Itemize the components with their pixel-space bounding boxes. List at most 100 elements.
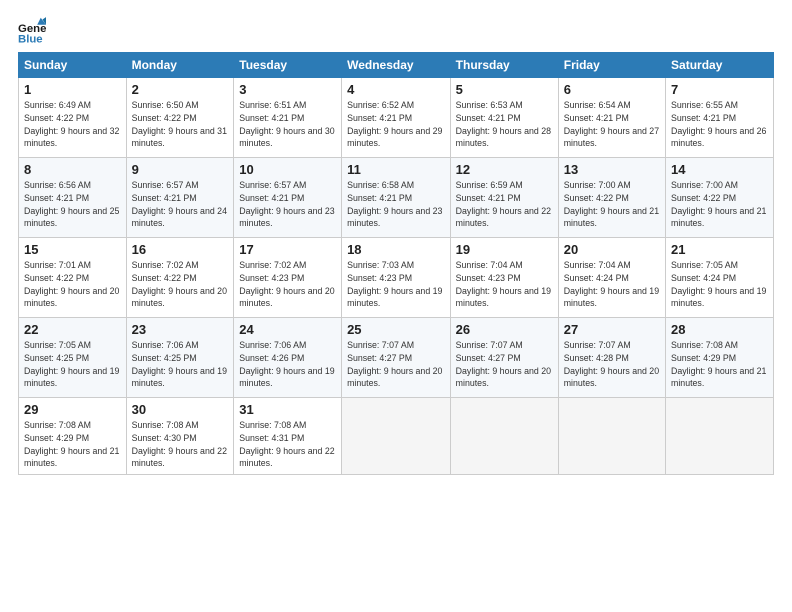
day-info: Sunrise: 6:58 AM Sunset: 4:21 PM Dayligh… — [347, 180, 442, 228]
calendar-cell: 28 Sunrise: 7:08 AM Sunset: 4:29 PM Dayl… — [666, 318, 774, 398]
day-number: 26 — [456, 322, 553, 337]
calendar-cell: 9 Sunrise: 6:57 AM Sunset: 4:21 PM Dayli… — [126, 158, 234, 238]
day-number: 10 — [239, 162, 336, 177]
calendar-cell: 12 Sunrise: 6:59 AM Sunset: 4:21 PM Dayl… — [450, 158, 558, 238]
day-number: 13 — [564, 162, 660, 177]
calendar-cell: 1 Sunrise: 6:49 AM Sunset: 4:22 PM Dayli… — [19, 78, 127, 158]
calendar-cell: 22 Sunrise: 7:05 AM Sunset: 4:25 PM Dayl… — [19, 318, 127, 398]
day-info: Sunrise: 6:50 AM Sunset: 4:22 PM Dayligh… — [132, 100, 227, 148]
day-number: 28 — [671, 322, 768, 337]
calendar-cell: 23 Sunrise: 7:06 AM Sunset: 4:25 PM Dayl… — [126, 318, 234, 398]
day-number: 5 — [456, 82, 553, 97]
logo: General Blue — [18, 16, 52, 44]
day-number: 18 — [347, 242, 445, 257]
day-info: Sunrise: 6:59 AM Sunset: 4:21 PM Dayligh… — [456, 180, 551, 228]
day-number: 3 — [239, 82, 336, 97]
day-info: Sunrise: 7:01 AM Sunset: 4:22 PM Dayligh… — [24, 260, 119, 308]
calendar-cell: 15 Sunrise: 7:01 AM Sunset: 4:22 PM Dayl… — [19, 238, 127, 318]
day-number: 8 — [24, 162, 121, 177]
svg-text:Blue: Blue — [18, 33, 43, 44]
day-info: Sunrise: 7:02 AM Sunset: 4:22 PM Dayligh… — [132, 260, 227, 308]
day-number: 22 — [24, 322, 121, 337]
day-info: Sunrise: 7:03 AM Sunset: 4:23 PM Dayligh… — [347, 260, 442, 308]
calendar-cell: 17 Sunrise: 7:02 AM Sunset: 4:23 PM Dayl… — [234, 238, 342, 318]
day-info: Sunrise: 6:53 AM Sunset: 4:21 PM Dayligh… — [456, 100, 551, 148]
calendar-cell: 27 Sunrise: 7:07 AM Sunset: 4:28 PM Dayl… — [558, 318, 665, 398]
day-info: Sunrise: 6:57 AM Sunset: 4:21 PM Dayligh… — [132, 180, 227, 228]
calendar-cell: 25 Sunrise: 7:07 AM Sunset: 4:27 PM Dayl… — [342, 318, 451, 398]
calendar-cell: 11 Sunrise: 6:58 AM Sunset: 4:21 PM Dayl… — [342, 158, 451, 238]
day-number: 27 — [564, 322, 660, 337]
calendar-cell: 21 Sunrise: 7:05 AM Sunset: 4:24 PM Dayl… — [666, 238, 774, 318]
day-info: Sunrise: 7:00 AM Sunset: 4:22 PM Dayligh… — [671, 180, 766, 228]
day-info: Sunrise: 7:04 AM Sunset: 4:23 PM Dayligh… — [456, 260, 551, 308]
weekday-header-thursday: Thursday — [450, 53, 558, 78]
calendar-cell: 24 Sunrise: 7:06 AM Sunset: 4:26 PM Dayl… — [234, 318, 342, 398]
calendar-cell: 18 Sunrise: 7:03 AM Sunset: 4:23 PM Dayl… — [342, 238, 451, 318]
calendar-cell: 3 Sunrise: 6:51 AM Sunset: 4:21 PM Dayli… — [234, 78, 342, 158]
day-number: 31 — [239, 402, 336, 417]
calendar-cell — [666, 398, 774, 475]
weekday-header-friday: Friday — [558, 53, 665, 78]
day-info: Sunrise: 7:07 AM Sunset: 4:27 PM Dayligh… — [456, 340, 551, 388]
day-info: Sunrise: 7:08 AM Sunset: 4:31 PM Dayligh… — [239, 420, 334, 468]
calendar-cell: 13 Sunrise: 7:00 AM Sunset: 4:22 PM Dayl… — [558, 158, 665, 238]
day-info: Sunrise: 7:05 AM Sunset: 4:24 PM Dayligh… — [671, 260, 766, 308]
day-info: Sunrise: 6:49 AM Sunset: 4:22 PM Dayligh… — [24, 100, 119, 148]
day-info: Sunrise: 7:07 AM Sunset: 4:28 PM Dayligh… — [564, 340, 659, 388]
calendar-cell: 8 Sunrise: 6:56 AM Sunset: 4:21 PM Dayli… — [19, 158, 127, 238]
day-number: 11 — [347, 162, 445, 177]
day-info: Sunrise: 6:54 AM Sunset: 4:21 PM Dayligh… — [564, 100, 659, 148]
calendar-cell: 19 Sunrise: 7:04 AM Sunset: 4:23 PM Dayl… — [450, 238, 558, 318]
day-info: Sunrise: 7:02 AM Sunset: 4:23 PM Dayligh… — [239, 260, 334, 308]
weekday-header-tuesday: Tuesday — [234, 53, 342, 78]
calendar-cell: 2 Sunrise: 6:50 AM Sunset: 4:22 PM Dayli… — [126, 78, 234, 158]
day-number: 29 — [24, 402, 121, 417]
day-number: 16 — [132, 242, 229, 257]
calendar-cell: 4 Sunrise: 6:52 AM Sunset: 4:21 PM Dayli… — [342, 78, 451, 158]
day-info: Sunrise: 7:07 AM Sunset: 4:27 PM Dayligh… — [347, 340, 442, 388]
day-number: 2 — [132, 82, 229, 97]
day-number: 1 — [24, 82, 121, 97]
day-info: Sunrise: 7:08 AM Sunset: 4:29 PM Dayligh… — [24, 420, 119, 468]
calendar-cell: 30 Sunrise: 7:08 AM Sunset: 4:30 PM Dayl… — [126, 398, 234, 475]
calendar-cell — [342, 398, 451, 475]
calendar-cell: 14 Sunrise: 7:00 AM Sunset: 4:22 PM Dayl… — [666, 158, 774, 238]
calendar-cell: 16 Sunrise: 7:02 AM Sunset: 4:22 PM Dayl… — [126, 238, 234, 318]
weekday-header-sunday: Sunday — [19, 53, 127, 78]
day-info: Sunrise: 7:08 AM Sunset: 4:30 PM Dayligh… — [132, 420, 227, 468]
day-info: Sunrise: 7:08 AM Sunset: 4:29 PM Dayligh… — [671, 340, 766, 388]
day-number: 4 — [347, 82, 445, 97]
calendar-cell: 31 Sunrise: 7:08 AM Sunset: 4:31 PM Dayl… — [234, 398, 342, 475]
day-number: 23 — [132, 322, 229, 337]
day-info: Sunrise: 7:05 AM Sunset: 4:25 PM Dayligh… — [24, 340, 119, 388]
day-info: Sunrise: 7:06 AM Sunset: 4:26 PM Dayligh… — [239, 340, 334, 388]
day-number: 9 — [132, 162, 229, 177]
day-number: 14 — [671, 162, 768, 177]
calendar-cell — [450, 398, 558, 475]
day-info: Sunrise: 6:52 AM Sunset: 4:21 PM Dayligh… — [347, 100, 442, 148]
logo-icon: General Blue — [18, 16, 46, 44]
calendar-cell — [558, 398, 665, 475]
day-number: 24 — [239, 322, 336, 337]
day-info: Sunrise: 7:00 AM Sunset: 4:22 PM Dayligh… — [564, 180, 659, 228]
day-info: Sunrise: 6:55 AM Sunset: 4:21 PM Dayligh… — [671, 100, 766, 148]
weekday-header-wednesday: Wednesday — [342, 53, 451, 78]
day-number: 30 — [132, 402, 229, 417]
day-number: 12 — [456, 162, 553, 177]
weekday-header-saturday: Saturday — [666, 53, 774, 78]
calendar-cell: 26 Sunrise: 7:07 AM Sunset: 4:27 PM Dayl… — [450, 318, 558, 398]
calendar-cell: 7 Sunrise: 6:55 AM Sunset: 4:21 PM Dayli… — [666, 78, 774, 158]
calendar: SundayMondayTuesdayWednesdayThursdayFrid… — [18, 52, 774, 475]
day-number: 25 — [347, 322, 445, 337]
day-number: 15 — [24, 242, 121, 257]
day-info: Sunrise: 7:04 AM Sunset: 4:24 PM Dayligh… — [564, 260, 659, 308]
day-info: Sunrise: 7:06 AM Sunset: 4:25 PM Dayligh… — [132, 340, 227, 388]
day-info: Sunrise: 6:51 AM Sunset: 4:21 PM Dayligh… — [239, 100, 334, 148]
calendar-cell: 6 Sunrise: 6:54 AM Sunset: 4:21 PM Dayli… — [558, 78, 665, 158]
calendar-cell: 10 Sunrise: 6:57 AM Sunset: 4:21 PM Dayl… — [234, 158, 342, 238]
day-number: 17 — [239, 242, 336, 257]
day-number: 20 — [564, 242, 660, 257]
day-number: 21 — [671, 242, 768, 257]
calendar-cell: 29 Sunrise: 7:08 AM Sunset: 4:29 PM Dayl… — [19, 398, 127, 475]
